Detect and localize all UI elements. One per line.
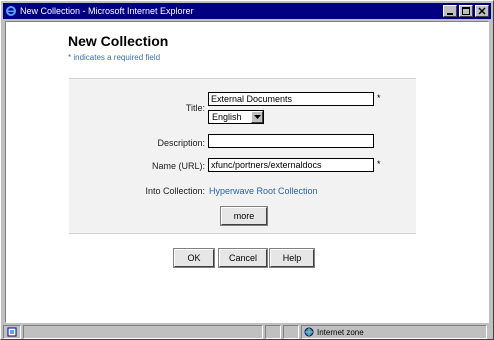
required-field-note: * indicates a required field [68, 53, 161, 62]
into-collection-label: Into Collection: [145, 186, 205, 196]
description-label: Description: [157, 138, 205, 148]
globe-icon [304, 327, 314, 337]
language-select[interactable]: English [208, 110, 264, 124]
status-bar: Internet zone [3, 325, 491, 339]
cancel-button[interactable]: Cancel [218, 248, 268, 268]
maximize-button[interactable] [459, 5, 473, 17]
chevron-down-icon[interactable] [251, 111, 263, 123]
help-button[interactable]: Help [269, 248, 315, 268]
zone-indicator: Internet zone [301, 325, 487, 339]
language-selected: English [212, 112, 242, 122]
close-icon [478, 7, 486, 15]
more-button[interactable]: more [220, 206, 268, 226]
title-bar: New Collection - Microsoft Internet Expl… [3, 3, 491, 19]
page-content: New Collection * indicates a required fi… [5, 21, 489, 323]
status-cell [283, 325, 299, 339]
zone-label: Internet zone [317, 327, 364, 337]
internet-explorer-icon [5, 5, 17, 17]
page-title: New Collection [68, 33, 169, 49]
title-required-mark: * [377, 93, 381, 103]
ok-button[interactable]: OK [173, 248, 215, 268]
form-panel: Title: External Documents * English Desc… [69, 78, 416, 234]
status-message [23, 325, 263, 339]
name-url-input[interactable]: xfunc/portners/externaldocs [208, 158, 374, 172]
title-input[interactable]: External Documents [208, 92, 374, 106]
window-title: New Collection - Microsoft Internet Expl… [20, 6, 194, 16]
into-collection-link[interactable]: Hyperwave Root Collection [209, 186, 318, 196]
name-required-mark: * [377, 159, 381, 169]
maximize-icon [462, 7, 470, 15]
minimize-button[interactable] [443, 5, 457, 17]
status-cell [265, 325, 281, 339]
name-url-label: Name (URL): [151, 161, 205, 171]
browser-window: New Collection - Microsoft Internet Expl… [0, 0, 494, 340]
close-button[interactable] [475, 5, 489, 17]
minimize-icon [447, 13, 453, 15]
page-status-icon [3, 325, 21, 339]
title-label: Title: [185, 103, 205, 113]
description-input[interactable] [208, 134, 374, 148]
